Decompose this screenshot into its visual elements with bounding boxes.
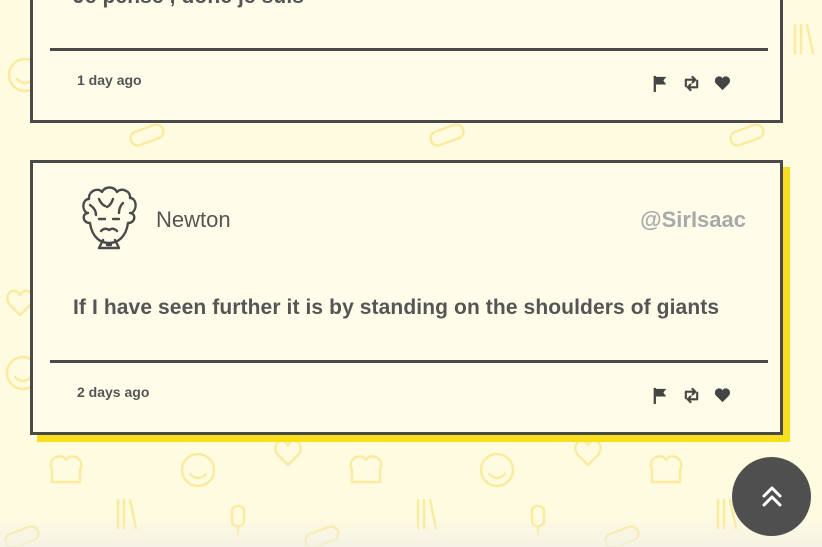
user-handle[interactable]: @SirIsaac: [640, 207, 746, 233]
double-chevron-up-icon: [762, 486, 781, 506]
divider: [50, 360, 768, 363]
heart-icon: [274, 439, 302, 467]
tweet-timestamp: 2 days ago: [77, 384, 150, 400]
retweet-icon[interactable]: [682, 74, 701, 93]
cutlery-icon: [793, 23, 815, 55]
hotdog-icon: [129, 123, 165, 147]
flag-icon[interactable]: [651, 386, 670, 405]
hotdog-icon: [429, 123, 465, 147]
tweet-text: Je pense , donc je suis: [73, 0, 304, 9]
avatar: [82, 186, 137, 250]
scroll-to-top-button[interactable]: [732, 457, 811, 536]
user-name: Newton: [156, 207, 231, 232]
heart-icon[interactable]: [713, 386, 732, 405]
hotdog-icon: [729, 123, 765, 147]
retweet-icon[interactable]: [682, 386, 701, 405]
chef-hat-icon: [349, 455, 383, 484]
heart-icon[interactable]: [713, 74, 732, 93]
heart-icon: [574, 439, 602, 467]
chef-hat-icon: [49, 455, 83, 484]
tweet-card: Newton @SirIsaac If I have seen further …: [30, 160, 783, 435]
tweet-text: If I have seen further it is by standing…: [73, 296, 720, 319]
smiley-icon: [479, 452, 515, 488]
heart-icon: [6, 289, 34, 317]
tweet-card: Je pense , donc je suis 1 day ago: [30, 0, 783, 123]
tweet-actions: [651, 386, 732, 405]
flag-icon[interactable]: [651, 74, 670, 93]
chef-hat-icon: [649, 455, 683, 484]
bottom-fade: [0, 518, 822, 547]
tweet-timestamp: 1 day ago: [77, 72, 142, 88]
smiley-icon: [180, 452, 216, 488]
tweet-actions: [651, 74, 732, 93]
divider: [50, 48, 768, 51]
